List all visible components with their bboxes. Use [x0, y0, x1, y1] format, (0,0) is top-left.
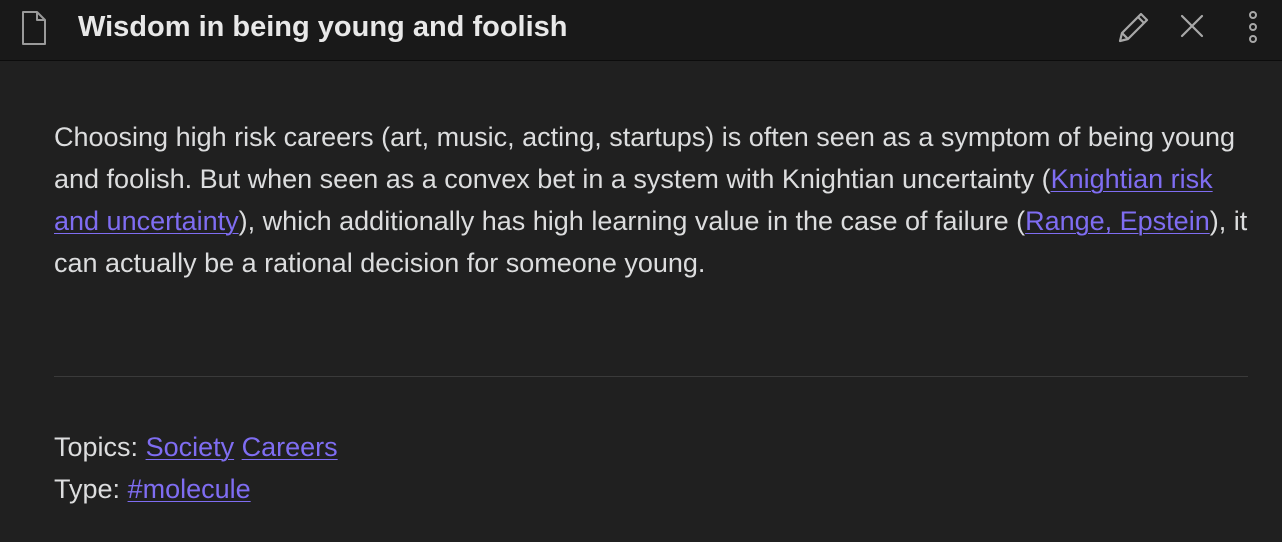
view-header: Wisdom in being young and foolish — [0, 0, 1282, 61]
topic-link-careers[interactable]: Careers — [242, 432, 338, 462]
body-paragraph: Choosing high risk careers (art, music, … — [54, 116, 1254, 284]
topics-label: Topics: — [54, 432, 139, 462]
more-options-button[interactable] — [1233, 8, 1273, 48]
close-icon — [1172, 8, 1212, 48]
type-tag-link[interactable]: #molecule — [128, 474, 251, 504]
note-metadata: Topics: Society Careers Type: #molecule — [54, 426, 338, 510]
topic-link-society[interactable]: Society — [146, 432, 235, 462]
edit-button[interactable] — [1113, 8, 1153, 48]
note-body: Choosing high risk careers (art, music, … — [54, 116, 1254, 284]
type-label: Type: — [54, 474, 121, 504]
more-vertical-icon — [1233, 8, 1273, 48]
body-text: ), which additionally has high learning … — [238, 206, 1026, 236]
type-row: Type: #molecule — [54, 468, 338, 510]
note-title: Wisdom in being young and foolish — [78, 11, 568, 43]
link-range-epstein[interactable]: Range, Epstein — [1025, 206, 1210, 236]
file-icon — [20, 10, 48, 46]
close-button[interactable] — [1172, 8, 1212, 48]
topics-row: Topics: Society Careers — [54, 426, 338, 468]
pencil-icon — [1113, 8, 1153, 48]
divider — [54, 376, 1248, 377]
